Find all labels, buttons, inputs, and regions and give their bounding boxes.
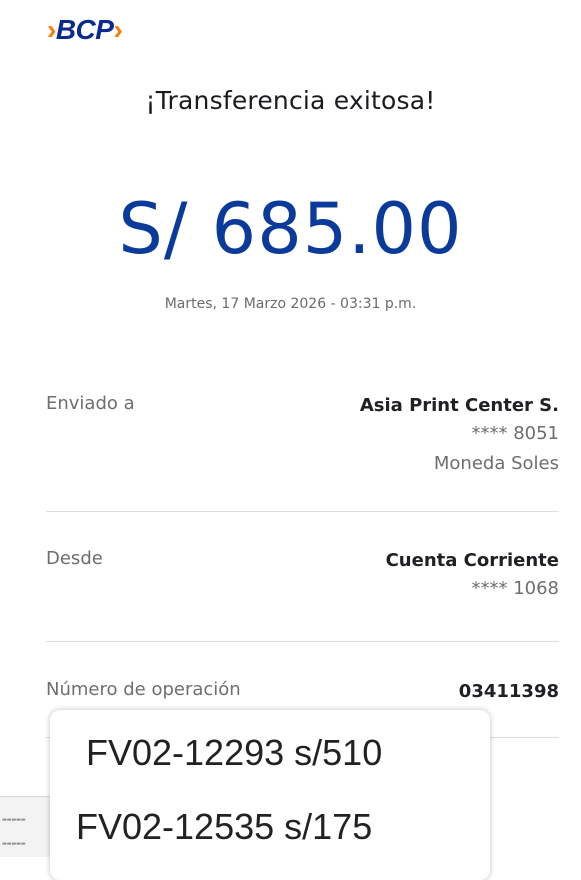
from-label: Desde	[46, 548, 103, 569]
recipient-name: Asia Print Center S.	[359, 395, 559, 416]
divider	[46, 641, 559, 642]
operation-values: 03411398	[459, 679, 559, 705]
from-values: Cuenta Corriente **** 1068	[386, 548, 559, 604]
operation-row: Número de operación 03411398	[46, 679, 559, 709]
page-title: ¡Transferencia exitosa!	[145, 86, 436, 115]
source-account-number: **** 1068	[471, 578, 559, 599]
invoice-line-1: FV02-12293 s/510	[86, 732, 383, 773]
recipient-account: **** 8051	[471, 423, 559, 444]
divider	[46, 511, 559, 512]
logo-chevron-right-icon: ›	[113, 14, 123, 45]
logo-text: BCP	[55, 14, 114, 45]
sent-to-values: Asia Print Center S. **** 8051 Moneda So…	[360, 393, 559, 479]
sent-to-label: Enviado a	[46, 393, 135, 414]
operation-number: 03411398	[458, 681, 559, 702]
source-account-type: Cuenta Corriente	[385, 550, 559, 571]
transfer-datetime: Martes, 17 Marzo 2026 - 03:31 p.m.	[164, 296, 417, 312]
transfer-amount: S/ 685.00	[118, 188, 463, 270]
sent-to-row: Enviado a Asia Print Center S. **** 8051…	[46, 393, 559, 483]
bcp-logo: ›BCP›	[47, 14, 123, 46]
logo-chevron-left-icon: ›	[47, 14, 56, 45]
overlay-note: FV02-12293 s/510 FV02-12535 s/175	[50, 710, 490, 880]
from-row: Desde Cuenta Corriente **** 1068	[46, 548, 559, 618]
recipient-currency: Moneda Soles	[433, 453, 559, 474]
invoice-line-2: FV02-12535 s/175	[76, 806, 373, 847]
operation-label: Número de operación	[46, 679, 241, 700]
background-document: ▬▬▬▬▬ ▬▬▬▬▬	[0, 796, 50, 857]
